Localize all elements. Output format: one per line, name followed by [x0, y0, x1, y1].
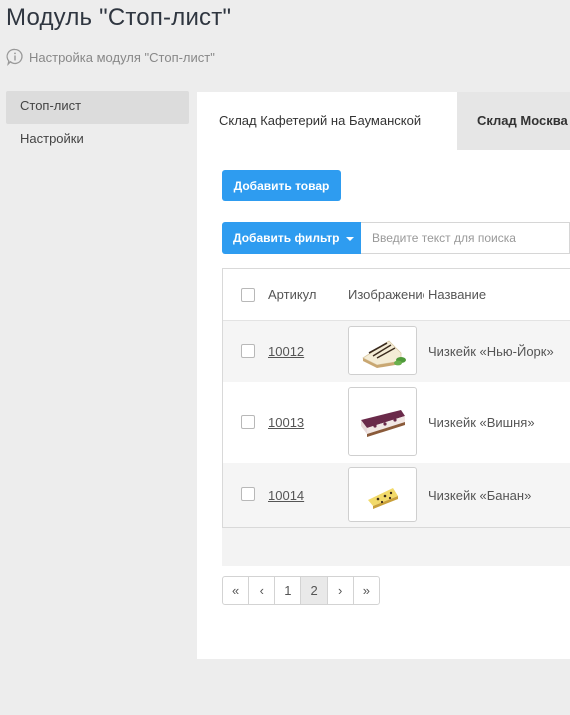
- column-header-name[interactable]: Название: [428, 287, 486, 302]
- add-filter-button[interactable]: Добавить фильтр: [222, 222, 361, 254]
- chevron-down-icon: [346, 236, 355, 241]
- product-thumbnail[interactable]: [348, 326, 417, 375]
- tab-warehouse-baumanskaya[interactable]: Склад Кафетерий на Бауманской: [197, 92, 457, 150]
- filter-bar: Добавить фильтр: [222, 222, 570, 254]
- search-input[interactable]: [361, 222, 570, 254]
- row-checkbox[interactable]: [241, 344, 255, 358]
- product-name: Чизкейк «Банан»: [428, 487, 532, 503]
- products-table: Артикул Изображение Название 10012 Чизке…: [222, 268, 570, 528]
- select-all-checkbox[interactable]: [241, 288, 255, 302]
- product-name: Чизкейк «Вишня»: [428, 415, 535, 430]
- info-icon: [6, 48, 23, 66]
- product-thumbnail[interactable]: [348, 467, 417, 522]
- table-header: Артикул Изображение Название: [223, 269, 570, 321]
- pagination-next[interactable]: ›: [326, 576, 354, 605]
- pagination-first[interactable]: «: [222, 576, 250, 605]
- table-row: 10013 Чизкейк «Вишня»: [223, 382, 570, 463]
- article-link[interactable]: 10014: [268, 488, 304, 503]
- table-row: 10012 Чизкейк «Нью-Йорк»: [223, 321, 570, 382]
- product-thumbnail[interactable]: [348, 387, 417, 456]
- article-link[interactable]: 10013: [268, 415, 304, 430]
- table-footer: [222, 528, 570, 566]
- cheesecake-cherry-image: [360, 409, 405, 437]
- add-filter-label: Добавить фильтр: [233, 231, 340, 245]
- column-header-article[interactable]: Артикул: [268, 287, 316, 302]
- cheesecake-banana-image: [367, 487, 398, 509]
- main-panel: Склад Кафетерий на Бауманской Склад Моск…: [197, 92, 570, 659]
- subtitle-text: Настройка модуля "Стоп-лист": [29, 49, 215, 65]
- column-header-image: Изображение: [348, 287, 424, 302]
- cheesecake-new-york-image: [361, 339, 406, 368]
- table-row: 10014 Чизкейк «Банан»: [223, 463, 570, 527]
- sidebar-item-stop-list[interactable]: Стоп-лист: [6, 91, 189, 124]
- pagination-page-2[interactable]: 2: [300, 576, 328, 605]
- pagination-page-1[interactable]: 1: [274, 576, 302, 605]
- pagination-last[interactable]: »: [352, 576, 380, 605]
- row-checkbox[interactable]: [241, 415, 255, 429]
- row-checkbox[interactable]: [241, 487, 255, 501]
- tab-warehouse-moscow[interactable]: Склад Москва: [457, 92, 570, 150]
- add-item-button[interactable]: Добавить товар: [222, 170, 341, 201]
- pagination-prev[interactable]: ‹: [248, 576, 276, 605]
- page-title: Модуль "Стоп-лист": [6, 4, 232, 31]
- page-subtitle: Настройка модуля "Стоп-лист": [6, 48, 215, 66]
- product-name: Чизкейк «Нью-Йорк»: [428, 344, 554, 359]
- sidebar-item-settings[interactable]: Настройки: [6, 124, 189, 157]
- article-link[interactable]: 10012: [268, 344, 304, 359]
- warehouse-tabs: Склад Кафетерий на Бауманской Склад Моск…: [197, 92, 570, 150]
- pagination: « ‹ 1 2 › »: [222, 576, 380, 605]
- sidebar: Стоп-лист Настройки: [6, 91, 189, 157]
